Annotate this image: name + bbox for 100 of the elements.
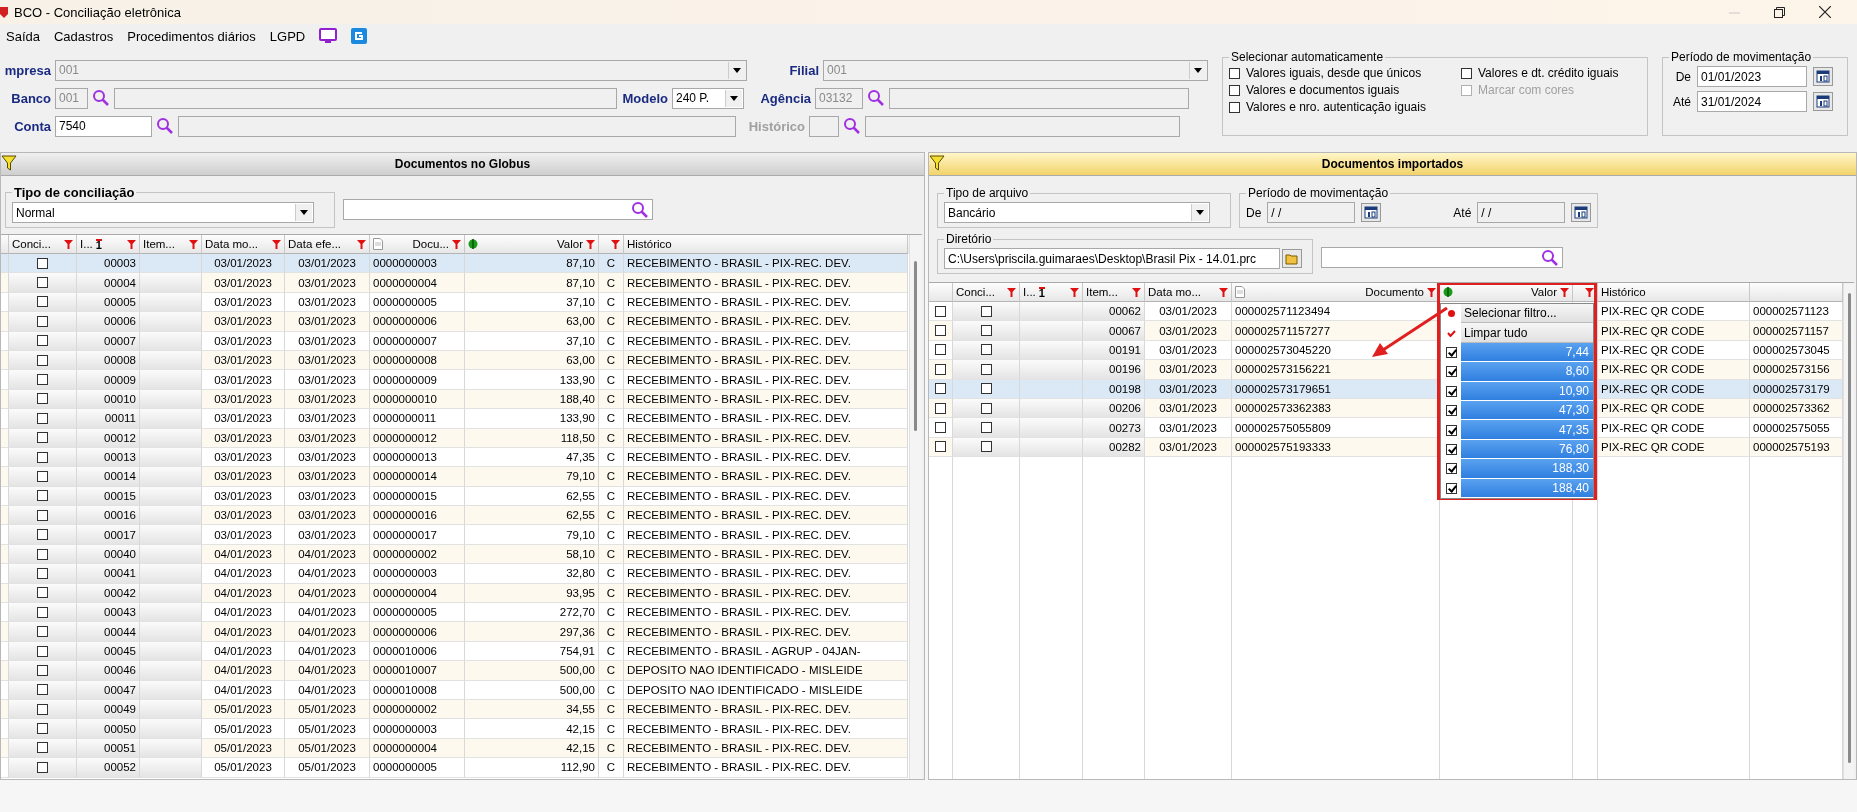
checkbox[interactable] bbox=[980, 325, 992, 337]
checkbox[interactable] bbox=[37, 509, 48, 521]
checkbox[interactable] bbox=[37, 354, 48, 366]
input-field[interactable] bbox=[809, 115, 839, 137]
checkbox[interactable] bbox=[37, 335, 48, 347]
checkbox[interactable] bbox=[37, 548, 48, 560]
checkbox[interactable] bbox=[980, 402, 992, 414]
dropdown-button[interactable] bbox=[295, 204, 312, 221]
input-field[interactable] bbox=[114, 87, 617, 109]
checkbox[interactable] bbox=[37, 684, 48, 696]
restore-icon[interactable] bbox=[1774, 6, 1785, 18]
checkbox[interactable] bbox=[37, 490, 48, 502]
filter-icon[interactable] bbox=[611, 239, 620, 249]
checkbox[interactable] bbox=[1461, 67, 1472, 79]
search-icon[interactable] bbox=[843, 117, 861, 135]
dropdown[interactable]: Normal bbox=[12, 202, 314, 223]
checkbox[interactable] bbox=[37, 742, 48, 754]
checkbox[interactable] bbox=[37, 567, 48, 579]
checkbox[interactable] bbox=[980, 383, 992, 395]
checkbox[interactable] bbox=[935, 363, 946, 375]
monitor-icon[interactable] bbox=[319, 28, 338, 44]
checkbox[interactable] bbox=[37, 451, 48, 463]
checkbox[interactable] bbox=[37, 723, 48, 735]
checkbox[interactable] bbox=[37, 277, 48, 289]
menu-item[interactable]: LGPD bbox=[269, 28, 306, 44]
dropdown[interactable]: Bancário bbox=[944, 202, 1210, 223]
checkbox[interactable] bbox=[980, 441, 992, 453]
calendar-button[interactable] bbox=[1813, 67, 1833, 86]
checkbox[interactable] bbox=[1445, 366, 1457, 378]
calendar-button[interactable] bbox=[1571, 203, 1592, 222]
checkbox[interactable] bbox=[37, 471, 48, 482]
checkbox[interactable] bbox=[37, 529, 48, 541]
filter-icon[interactable] bbox=[127, 239, 136, 249]
checkbox[interactable] bbox=[935, 325, 946, 337]
checkbox[interactable] bbox=[37, 412, 48, 424]
filter-icon[interactable] bbox=[1, 155, 17, 171]
input-field[interactable]: / / bbox=[1477, 202, 1566, 223]
checkbox[interactable] bbox=[37, 587, 48, 599]
calendar-button[interactable] bbox=[1813, 92, 1833, 111]
filter-icon[interactable] bbox=[1070, 287, 1079, 297]
dropdown-button[interactable] bbox=[725, 89, 742, 107]
close-icon[interactable] bbox=[1819, 6, 1831, 18]
checkbox[interactable] bbox=[1229, 101, 1240, 113]
checkbox[interactable] bbox=[37, 374, 48, 386]
column-header[interactable]: Data mo... bbox=[1145, 283, 1232, 302]
checkbox[interactable] bbox=[935, 402, 946, 414]
input-field[interactable] bbox=[178, 115, 736, 137]
input-field[interactable] bbox=[889, 87, 1189, 109]
filter-icon[interactable] bbox=[1132, 287, 1141, 297]
column-header[interactable]: Documento bbox=[1232, 283, 1440, 302]
input-field[interactable]: 7540 bbox=[55, 115, 152, 137]
checkbox[interactable] bbox=[935, 441, 946, 453]
checkbox[interactable] bbox=[37, 393, 48, 405]
date-field[interactable]: 01/01/2023 bbox=[1697, 66, 1807, 87]
checkbox[interactable] bbox=[37, 626, 48, 638]
date-field[interactable]: 31/01/2024 bbox=[1697, 91, 1807, 112]
checkbox[interactable] bbox=[1445, 482, 1457, 494]
filter-icon[interactable] bbox=[1585, 287, 1594, 297]
checkbox[interactable] bbox=[980, 344, 992, 356]
menu-item[interactable]: Saída bbox=[6, 28, 40, 44]
menu-item[interactable]: Procedimentos diários bbox=[127, 28, 256, 44]
checkbox[interactable] bbox=[1445, 443, 1457, 455]
checkbox[interactable] bbox=[980, 422, 992, 434]
search-field[interactable] bbox=[343, 199, 653, 220]
checkbox[interactable] bbox=[935, 422, 946, 434]
checkbox[interactable] bbox=[1445, 424, 1457, 436]
checkbox[interactable] bbox=[37, 315, 48, 327]
checkbox[interactable] bbox=[1445, 463, 1457, 475]
search-field[interactable] bbox=[1321, 247, 1563, 268]
filter-icon[interactable] bbox=[452, 239, 461, 249]
checkbox[interactable] bbox=[37, 606, 48, 618]
checkbox[interactable] bbox=[1229, 67, 1240, 79]
checkbox[interactable] bbox=[37, 296, 48, 308]
column-header[interactable]: Histórico bbox=[1598, 283, 1750, 302]
search-icon[interactable] bbox=[92, 89, 110, 107]
checkbox[interactable] bbox=[1229, 84, 1240, 96]
input-field[interactable] bbox=[865, 115, 1180, 137]
filter-icon[interactable] bbox=[1007, 287, 1016, 297]
checkbox[interactable] bbox=[37, 703, 48, 715]
checkbox[interactable] bbox=[980, 363, 992, 375]
calendar-button[interactable] bbox=[1361, 203, 1382, 222]
app-icon[interactable] bbox=[351, 28, 368, 44]
scrollbar[interactable] bbox=[909, 235, 922, 779]
dropdown-button[interactable] bbox=[1191, 204, 1208, 221]
checkbox[interactable] bbox=[37, 761, 48, 773]
filter-icon[interactable] bbox=[357, 239, 366, 249]
checkbox[interactable] bbox=[935, 305, 946, 317]
checkbox[interactable] bbox=[1445, 385, 1457, 397]
input-field[interactable]: C:\Users\priscila.guimaraes\Desktop\Brasil Pix - 14.01.prc bbox=[944, 248, 1280, 269]
menu-item[interactable]: Selecionar filtro... bbox=[1461, 304, 1593, 324]
input-field[interactable]: / / bbox=[1267, 202, 1356, 223]
filter-icon[interactable] bbox=[929, 155, 945, 171]
column-header[interactable]: Valor bbox=[1440, 283, 1573, 302]
checkbox[interactable] bbox=[37, 432, 48, 444]
checkbox[interactable] bbox=[980, 305, 992, 317]
checkbox[interactable] bbox=[1445, 346, 1457, 358]
checkbox[interactable] bbox=[37, 257, 48, 269]
checkbox[interactable] bbox=[935, 383, 946, 395]
column-header[interactable] bbox=[1573, 283, 1598, 302]
search-icon[interactable] bbox=[867, 89, 885, 107]
